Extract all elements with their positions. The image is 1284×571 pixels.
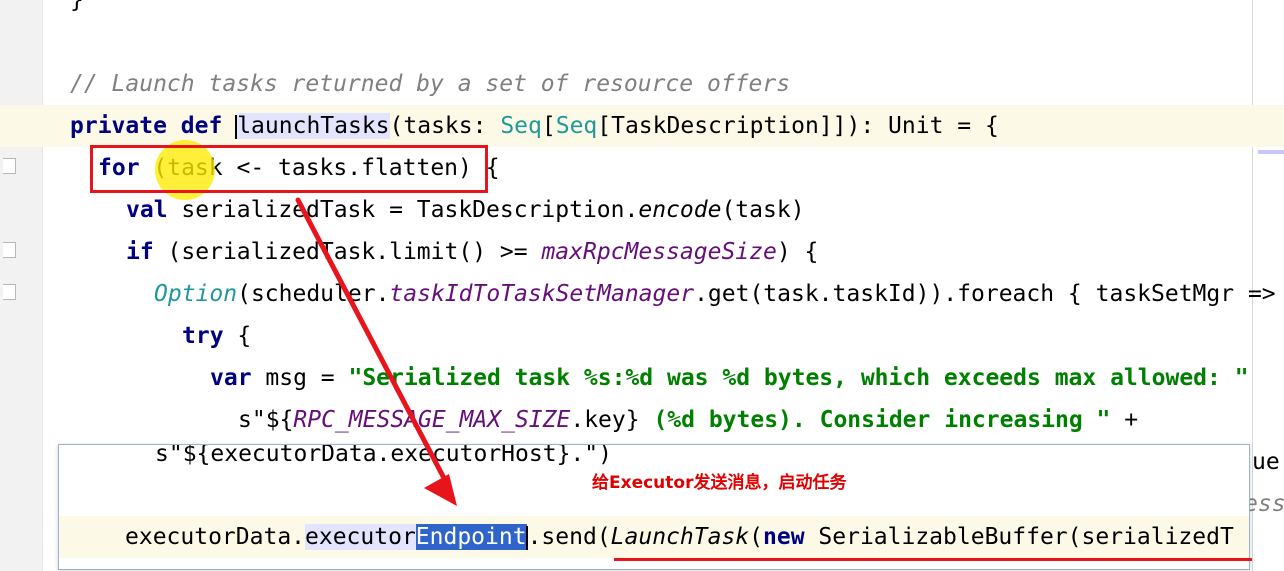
annotation-arrow bbox=[295, 197, 457, 506]
